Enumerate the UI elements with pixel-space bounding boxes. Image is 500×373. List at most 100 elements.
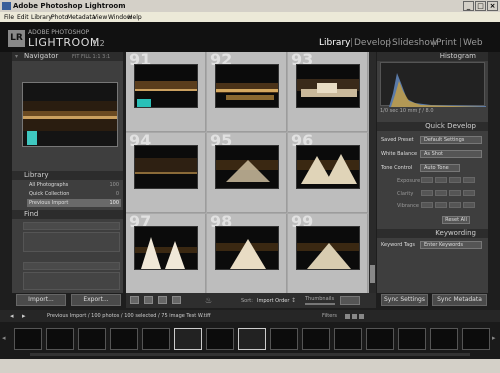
filmstrip-thumbnail[interactable] [78, 328, 106, 350]
filmstrip-thumbnail[interactable] [174, 328, 202, 350]
close-button[interactable]: × [487, 1, 498, 11]
filmstrip-thumbnail[interactable] [206, 328, 234, 350]
menu-library[interactable]: Library [31, 14, 52, 21]
grid-thumbnail[interactable] [296, 226, 360, 270]
grid-cell[interactable]: 96 [288, 131, 368, 213]
module-develop[interactable]: Develop [354, 38, 391, 48]
grid-thumbnail[interactable] [215, 226, 279, 270]
filmstrip-thumbnail[interactable] [270, 328, 298, 350]
filmstrip-filters-label[interactable]: Filters [322, 313, 337, 319]
grid-cell[interactable]: 94 [126, 131, 206, 213]
vibrance-label: Vibrance [397, 203, 419, 209]
clarity-steppers[interactable] [421, 190, 475, 196]
find-date-rule[interactable] [23, 262, 120, 270]
grid-thumbnail[interactable] [296, 145, 360, 189]
find-text-field[interactable] [23, 232, 120, 252]
saved-preset-dropdown[interactable]: Default Settings [420, 136, 482, 144]
filmstrip-scroll-left-icon[interactable]: ◂ [2, 334, 6, 342]
filmstrip-source-path[interactable]: Previous Import / 100 photos / 100 selec… [47, 313, 211, 319]
sort-direction-icon[interactable]: ↕ [291, 297, 296, 304]
filmstrip-thumbnail[interactable] [398, 328, 426, 350]
sync-settings-button[interactable]: Sync Settings [381, 294, 428, 306]
library-item-quick-collection[interactable]: Quick Collection 0 [27, 190, 121, 198]
filter-flags[interactable] [345, 314, 364, 319]
filmstrip-thumbnail[interactable] [142, 328, 170, 350]
navigator-title: Navigator [24, 52, 59, 60]
sort-label: Sort: [241, 298, 253, 304]
forward-arrow-icon[interactable]: ▸ [22, 312, 26, 320]
spray-can-icon[interactable]: ♨ [205, 296, 212, 305]
menu-photo[interactable]: Photo [51, 14, 68, 21]
filmstrip-thumbnail[interactable] [46, 328, 74, 350]
menu-metadata[interactable]: Metadata [67, 14, 95, 21]
vibrance-steppers[interactable] [421, 202, 475, 208]
grid-cell[interactable]: 99 [288, 212, 368, 294]
filmstrip-thumbnail[interactable] [366, 328, 394, 350]
library-item-previous-import[interactable]: Previous Import 100 [27, 199, 121, 207]
keyword-tags-dropdown[interactable]: Enter Keywords [420, 241, 482, 249]
filmstrip-thumbnail[interactable] [334, 328, 362, 350]
find-date-field[interactable] [23, 272, 120, 290]
module-library[interactable]: Library [319, 38, 350, 48]
compare-view-icon[interactable] [158, 296, 167, 304]
grid-cell[interactable]: 93 [288, 50, 368, 132]
grid-cell[interactable]: 92 [207, 50, 287, 132]
white-balance-label: White Balance [381, 151, 418, 157]
collapse-triangle-icon[interactable]: ▾ [15, 53, 18, 60]
module-slideshow[interactable]: Slideshow [392, 38, 437, 48]
toolbar-options-dropdown[interactable] [340, 296, 360, 305]
sync-metadata-button[interactable]: Sync Metadata [432, 294, 487, 306]
export-button[interactable]: Export... [71, 294, 121, 306]
grid-thumbnail[interactable] [134, 226, 198, 270]
grid-cell[interactable]: 97 [126, 212, 206, 294]
module-print[interactable]: Print [436, 38, 457, 48]
grid-scrollbar-thumb[interactable] [370, 265, 375, 283]
grid-cell[interactable]: 95 [207, 131, 287, 213]
filmstrip-scroll-right-icon[interactable]: ▸ [492, 334, 496, 342]
filmstrip-thumbnail[interactable] [430, 328, 458, 350]
navigator-preview[interactable] [22, 82, 118, 147]
filmstrip-thumbnail[interactable] [14, 328, 42, 350]
grid-thumbnail[interactable] [215, 145, 279, 189]
grid-scrollbar[interactable] [369, 52, 376, 293]
sort-order-dropdown[interactable]: Import Order [257, 298, 289, 304]
maximize-button[interactable]: □ [475, 1, 486, 11]
grid-view-icon[interactable] [130, 296, 139, 304]
filmstrip-thumbnail[interactable] [238, 328, 266, 350]
navigator-zoom-options[interactable]: FIT FILL 1:1 3:1 [72, 54, 110, 60]
find-panel-header[interactable]: Find [12, 210, 123, 219]
reset-all-button[interactable]: Reset All [442, 216, 470, 224]
grid-cell[interactable]: 98 [207, 212, 287, 294]
grid-thumbnail[interactable] [215, 64, 279, 108]
app-icon [2, 2, 11, 10]
minimize-button[interactable]: _ [463, 1, 474, 11]
grid-thumbnail[interactable] [296, 64, 360, 108]
keywording-panel-header[interactable]: Keywording [377, 229, 488, 238]
library-panel-header[interactable]: Library [12, 171, 123, 180]
histogram-panel-header[interactable]: Histogram [377, 52, 488, 61]
filmstrip-thumbnail[interactable] [302, 328, 330, 350]
filmstrip-thumbnail[interactable] [462, 328, 490, 350]
auto-tone-button[interactable]: Auto Tone [420, 164, 460, 172]
loupe-view-icon[interactable] [144, 296, 153, 304]
filmstrip-thumbnail[interactable] [110, 328, 138, 350]
import-button[interactable]: Import... [16, 294, 66, 306]
white-balance-dropdown[interactable]: As Shot [420, 150, 482, 158]
grid-thumbnail[interactable] [134, 64, 198, 108]
survey-view-icon[interactable] [172, 296, 181, 304]
filmstrip-scrollbar[interactable] [30, 353, 470, 356]
menu-help[interactable]: Help [128, 14, 142, 21]
module-web[interactable]: Web [463, 38, 483, 48]
grid-thumbnail[interactable] [134, 145, 198, 189]
menu-file[interactable]: File [4, 14, 14, 21]
menu-edit[interactable]: Edit [17, 14, 29, 21]
grid-cell[interactable]: 91 [126, 50, 206, 132]
find-text-rule[interactable] [23, 222, 120, 230]
library-item-all-photographs[interactable]: All Photographs 100 [27, 181, 121, 189]
menu-view[interactable]: View [93, 14, 107, 21]
thumbnail-size-slider[interactable] [305, 303, 335, 305]
quick-develop-panel-header[interactable]: Quick Develop [377, 122, 488, 131]
exposure-steppers[interactable] [421, 177, 475, 183]
back-arrow-icon[interactable]: ◂ [10, 312, 14, 320]
module-separator: | [459, 38, 463, 48]
